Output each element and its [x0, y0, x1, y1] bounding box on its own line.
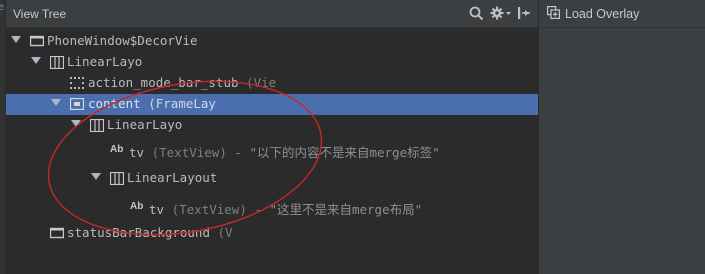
tree-row-label: statusBarBackground	[67, 225, 210, 240]
tree-row-class: (TextView)	[151, 145, 227, 160]
linear-layout-icon	[49, 55, 65, 72]
tree-row-label: PhoneWindow$DecorVie	[47, 33, 198, 48]
tree-row-dash: -	[234, 145, 242, 160]
view-tree: PhoneWindow$DecorVie LinearLayo action_m…	[6, 28, 538, 274]
tree-row-text-value: "以下的内容不是来自merge标签"	[249, 145, 440, 160]
tree-row-class: (V	[217, 225, 233, 240]
tree-row-class: (FrameLay	[148, 96, 216, 111]
tree-row-dash: -	[254, 202, 262, 217]
tree-row-label: tv	[149, 202, 165, 217]
expand-arrow-icon[interactable]	[91, 173, 101, 180]
expand-arrow-icon[interactable]	[11, 36, 21, 43]
view-tree-header: View Tree	[6, 0, 538, 28]
tree-row-linear-layout[interactable]: LinearLayo	[6, 52, 538, 73]
tree-row-textview-inner[interactable]: Ab tv (TextView) - "这里不是来自merge布局"	[6, 197, 538, 218]
collapse-pin-icon[interactable]	[516, 4, 532, 22]
linear-layout-icon	[89, 118, 105, 135]
overlay-panel-body	[539, 28, 705, 274]
tree-row-text: content (FrameLay	[88, 96, 216, 111]
load-overlay-icon	[547, 6, 560, 22]
tree-row-linear-layout-inner[interactable]: LinearLayout	[6, 168, 538, 189]
tree-row-linear-layout[interactable]: LinearLayo	[6, 115, 538, 136]
tree-row-class: (TextView)	[171, 202, 247, 217]
tree-row-decor-view[interactable]: PhoneWindow$DecorVie	[6, 31, 538, 52]
tree-row-action-mode-bar-stub[interactable]: action_mode_bar_stub (Vie	[6, 73, 538, 94]
tree-row-status-bar-background[interactable]: statusBarBackground (V	[6, 223, 538, 244]
view-stub-icon	[70, 77, 84, 92]
tree-row-text: action_mode_bar_stub (Vie	[88, 75, 276, 90]
tree-row-label: LinearLayout	[127, 170, 218, 185]
text-view-icon: Ab	[130, 201, 144, 212]
tree-row-textview[interactable]: Ab tv (TextView) - "以下的内容不是来自merge标签"	[6, 140, 538, 161]
search-icon[interactable]	[467, 4, 485, 22]
tree-row-label: action_mode_bar_stub	[88, 75, 239, 90]
tree-row-label: tv	[129, 145, 145, 160]
tree-row-text: tv (TextView) - "以下的内容不是来自merge标签"	[129, 142, 440, 161]
tree-row-label: LinearLayo	[107, 117, 183, 132]
load-overlay-label: Load Overlay	[565, 7, 640, 21]
panel-title: View Tree	[13, 7, 67, 21]
linear-layout-icon	[109, 171, 125, 188]
expand-arrow-icon[interactable]	[51, 99, 61, 106]
window-icon	[29, 35, 45, 50]
load-overlay-button[interactable]: Load Overlay	[547, 5, 639, 23]
expand-arrow-icon[interactable]	[31, 57, 41, 64]
expand-arrow-icon[interactable]	[71, 120, 81, 127]
tree-row-class: (Vie	[246, 75, 277, 90]
left-strip-letter: e	[0, 2, 5, 13]
tree-row-text-value: "这里不是来自merge布局"	[269, 202, 423, 217]
tree-row-content[interactable]: content (FrameLay	[6, 94, 538, 115]
view-icon	[49, 227, 65, 242]
frame-layout-icon	[69, 97, 85, 113]
tree-row-label: content	[88, 96, 141, 111]
text-view-icon: Ab	[110, 144, 124, 155]
tree-row-label: LinearLayo	[67, 54, 143, 69]
tree-row-text: tv (TextView) - "这里不是来自merge布局"	[149, 199, 422, 218]
tree-row-text: statusBarBackground (V	[67, 225, 233, 240]
overlay-header: Load Overlay	[539, 0, 705, 28]
gear-icon[interactable]	[490, 4, 512, 22]
